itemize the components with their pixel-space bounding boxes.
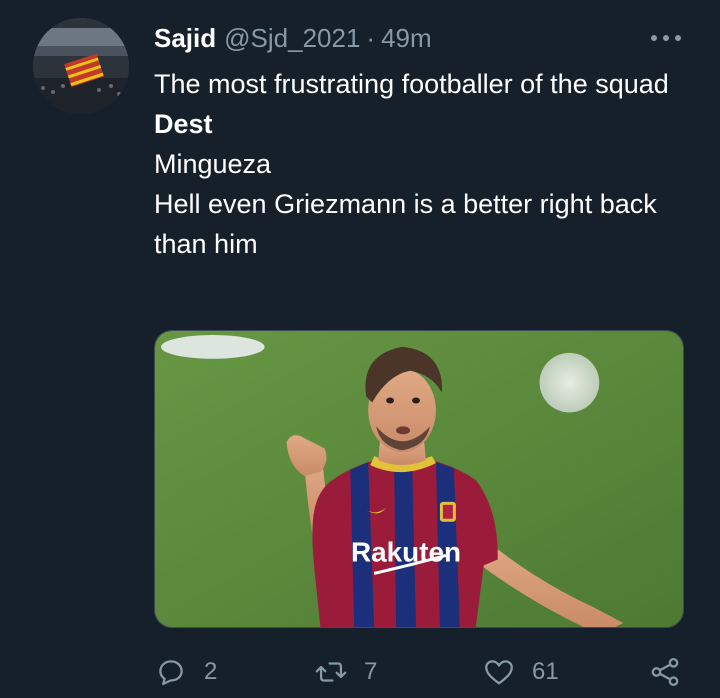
avatar-image	[33, 18, 129, 114]
retweet-button[interactable]: 7	[314, 650, 377, 694]
tweet-line: The most frustrating footballer of the s…	[154, 69, 669, 99]
tweet-text: The most frustrating footballer of the s…	[154, 64, 684, 264]
timestamp[interactable]: 49m	[381, 23, 432, 54]
tweet-header: Sajid @Sjd_2021 · 49m	[154, 20, 680, 56]
retweet-count: 7	[364, 658, 378, 685]
share-icon	[651, 657, 679, 687]
shirt-sponsor: Rakuten	[351, 536, 461, 567]
heart-icon	[485, 660, 513, 685]
like-count: 61	[532, 658, 559, 685]
tweet-actions: 2 7 61	[154, 650, 694, 694]
tweet-line: Mingueza	[154, 149, 272, 179]
like-button[interactable]: 61	[482, 650, 559, 694]
author-handle[interactable]: @Sjd_2021	[224, 23, 360, 54]
reply-count: 2	[204, 658, 218, 685]
reply-icon	[159, 660, 183, 686]
tweet-line: Hell even Griezmann is a better right ba…	[154, 189, 657, 259]
avatar[interactable]	[33, 18, 129, 114]
separator: ·	[366, 22, 376, 53]
tweet-line: Dest	[154, 109, 213, 139]
author-name[interactable]: Sajid	[154, 23, 216, 54]
player-photo: Rakuten	[155, 331, 683, 627]
more-options-icon[interactable]	[646, 26, 686, 50]
retweet-icon	[315, 662, 347, 682]
reply-button[interactable]: 2	[154, 650, 217, 694]
share-button[interactable]	[648, 650, 682, 694]
tweet-image[interactable]: Rakuten	[154, 330, 684, 628]
